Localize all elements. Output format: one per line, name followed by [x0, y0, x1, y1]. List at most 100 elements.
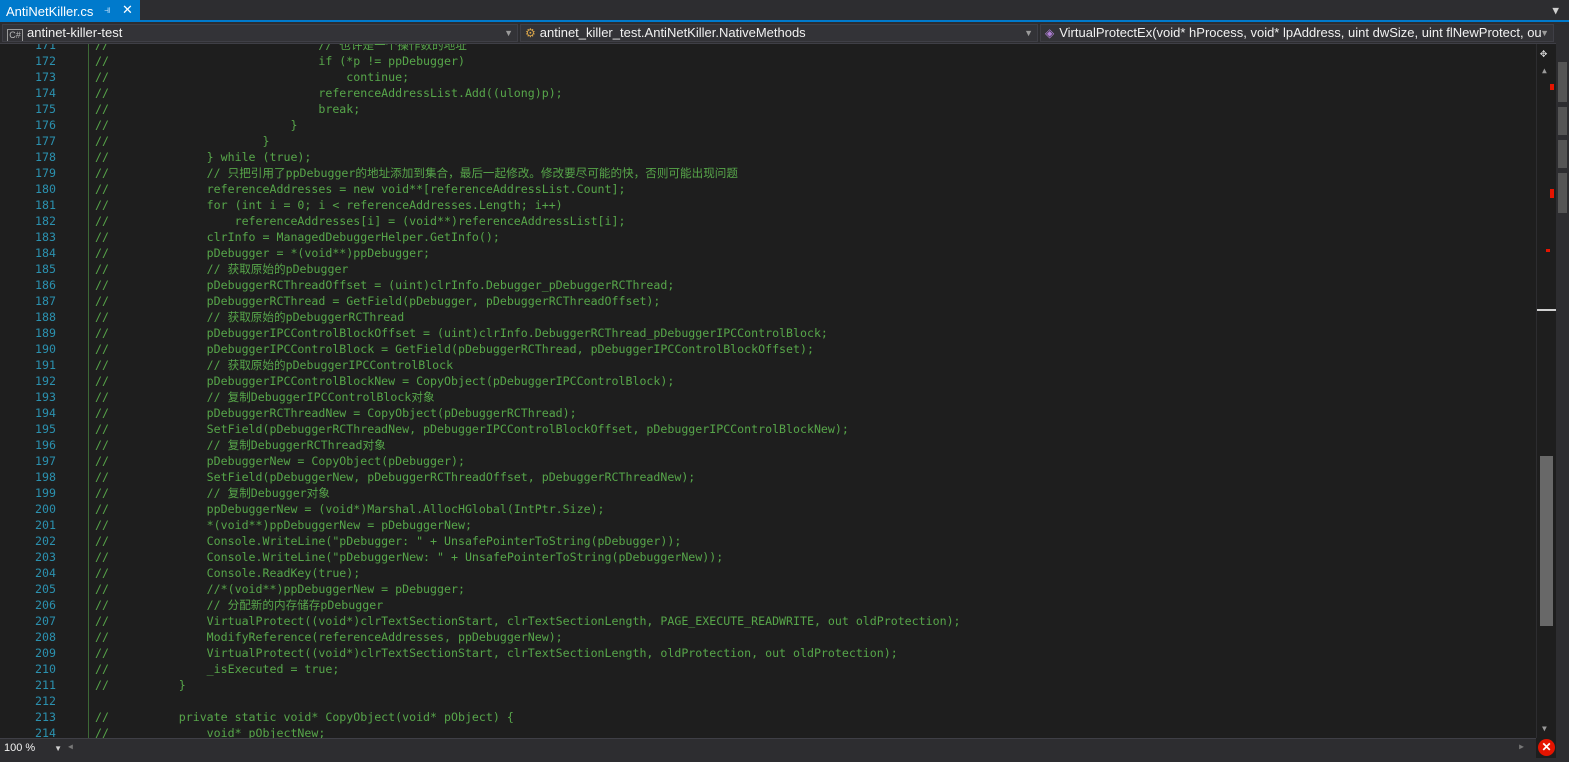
code-text[interactable]: // SetField(pDebuggerRCThreadNew, pDebug…	[95, 421, 849, 437]
code-text[interactable]: // for (int i = 0; i < referenceAddresse…	[95, 197, 563, 213]
code-text[interactable]: // Console.WriteLine("pDebugger: " + Uns…	[95, 533, 681, 549]
code-text[interactable]: // void* pObjectNew;	[95, 725, 325, 738]
code-line[interactable]: 201 // *(void**)ppDebuggerNew = pDebugger…	[22, 517, 1536, 533]
code-line[interactable]: 213 // private static void* CopyObject(vo…	[22, 709, 1536, 725]
code-text[interactable]: // pDebuggerRCThreadOffset = (uint)clrIn…	[95, 277, 674, 293]
code-text[interactable]: // pDebugger = *(void**)ppDebugger;	[95, 245, 430, 261]
code-line[interactable]: 177 // }	[22, 133, 1536, 149]
code-text[interactable]: // // 获取原始的pDebuggerIPCControlBlock	[95, 357, 453, 373]
code-text[interactable]: // continue;	[95, 69, 409, 85]
scroll-down-icon[interactable]: ▼	[1542, 724, 1547, 733]
code-text[interactable]: // // 复制DebuggerIPCControlBlock对象	[95, 389, 435, 405]
code-line[interactable]: 190 // pDebuggerIPCControlBlock = GetFiel…	[22, 341, 1536, 357]
code-line[interactable]: 194 // pDebuggerRCThreadNew = CopyObject(…	[22, 405, 1536, 421]
code-line[interactable]: 172 // if (*p != ppDebugger)	[22, 53, 1536, 69]
code-text[interactable]: // }	[95, 677, 186, 693]
code-line[interactable]: 179 // // 只把引用了ppDebugger的地址添加到集合，最后一起修改。…	[22, 165, 1536, 181]
code-text[interactable]: // *(void**)ppDebuggerNew = pDebuggerNew…	[95, 517, 472, 533]
code-line[interactable]: 176 // }	[22, 117, 1536, 133]
code-line[interactable]: 191 // // 获取原始的pDebuggerIPCControlBlock	[22, 357, 1536, 373]
code-text[interactable]: // pDebuggerRCThreadNew = CopyObject(pDe…	[95, 405, 577, 421]
code-text[interactable]: // // 分配新的内存储存pDebugger	[95, 597, 383, 613]
code-line[interactable]: 188 // // 获取原始的pDebuggerRCThread	[22, 309, 1536, 325]
horizontal-scrollbar[interactable]: ◀ ▶	[66, 742, 1526, 754]
code-line[interactable]: 207 // VirtualProtect((void*)clrTextSecti…	[22, 613, 1536, 629]
scroll-left-icon[interactable]: ◀	[68, 742, 73, 751]
code-line[interactable]: 211 // }	[22, 677, 1536, 693]
split-editor-icon[interactable]: ✥	[1540, 46, 1547, 60]
zoom-dropdown[interactable]: 100 % ▼	[4, 741, 62, 756]
member-dropdown[interactable]: ◈ VirtualProtectEx(void* hProcess, void* …	[1040, 24, 1554, 42]
code-line[interactable]: 209 // VirtualProtect((void*)clrTextSecti…	[22, 645, 1536, 661]
code-line[interactable]: 197 // pDebuggerNew = CopyObject(pDebugge…	[22, 453, 1536, 469]
pin-icon[interactable]: ⫣	[104, 4, 111, 17]
code-line[interactable]: 189 // pDebuggerIPCControlBlockOffset = (…	[22, 325, 1536, 341]
code-line[interactable]: 212	[22, 693, 1536, 709]
code-text[interactable]: // }	[95, 117, 297, 133]
code-line[interactable]: 214 // void* pObjectNew;	[22, 725, 1536, 738]
code-line[interactable]: 181 // for (int i = 0; i < referenceAddre…	[22, 197, 1536, 213]
code-text[interactable]: // VirtualProtect((void*)clrTextSectionS…	[95, 613, 961, 629]
error-marker[interactable]	[1550, 189, 1554, 198]
code-text[interactable]: // pDebuggerRCThread = GetField(pDebugge…	[95, 293, 660, 309]
code-line[interactable]: 202 // Console.WriteLine("pDebugger: " + …	[22, 533, 1536, 549]
code-text[interactable]: // pDebuggerNew = CopyObject(pDebugger);	[95, 453, 465, 469]
code-text[interactable]: // }	[95, 133, 270, 149]
code-line[interactable]: 193 // // 复制DebuggerIPCControlBlock对象	[22, 389, 1536, 405]
code-line[interactable]: 186 // pDebuggerRCThreadOffset = (uint)cl…	[22, 277, 1536, 293]
code-editor[interactable]: 171 // // 也许是一个操作数的地址 172 // if (*p != ppDe…	[22, 44, 1536, 738]
code-text[interactable]: // clrInfo = ManagedDebuggerHelper.GetIn…	[95, 229, 500, 245]
code-line[interactable]: 174 // referenceAddressList.Add((ulong)p)…	[22, 85, 1536, 101]
code-text[interactable]: // if (*p != ppDebugger)	[95, 53, 465, 69]
code-line[interactable]: 185 // // 获取原始的pDebugger	[22, 261, 1536, 277]
code-line[interactable]: 171 // // 也许是一个操作数的地址	[22, 44, 1536, 53]
code-line[interactable]: 204 // Console.ReadKey(true);	[22, 565, 1536, 581]
code-text[interactable]: // pDebuggerIPCControlBlockOffset = (uin…	[95, 325, 828, 341]
side-tool-tab[interactable]	[1558, 173, 1567, 213]
code-line[interactable]: 184 // pDebugger = *(void**)ppDebugger;	[22, 245, 1536, 261]
code-line[interactable]: 199 // // 复制Debugger对象	[22, 485, 1536, 501]
code-line[interactable]: 208 // ModifyReference(referenceAddresses…	[22, 629, 1536, 645]
code-line[interactable]: 173 // continue;	[22, 69, 1536, 85]
code-line[interactable]: 196 // // 复制DebuggerRCThread对象	[22, 437, 1536, 453]
code-line[interactable]: 187 // pDebuggerRCThread = GetField(pDebu…	[22, 293, 1536, 309]
code-line[interactable]: 198 // SetField(pDebuggerNew, pDebuggerRC…	[22, 469, 1536, 485]
code-text[interactable]: // // 获取原始的pDebuggerRCThread	[95, 309, 404, 325]
code-line[interactable]: 206 // // 分配新的内存储存pDebugger	[22, 597, 1536, 613]
code-text[interactable]: // referenceAddresses[i] = (void**)refer…	[95, 213, 625, 229]
code-line[interactable]: 175 // break;	[22, 101, 1536, 117]
code-text[interactable]: // // 复制DebuggerRCThread对象	[95, 437, 386, 453]
code-text[interactable]: // // 也许是一个操作数的地址	[95, 44, 467, 53]
code-text[interactable]: // Console.WriteLine("pDebuggerNew: " + …	[95, 549, 723, 565]
code-line[interactable]: 178 // } while (true);	[22, 149, 1536, 165]
code-text[interactable]: // // 只把引用了ppDebugger的地址添加到集合，最后一起修改。修改要…	[95, 165, 738, 181]
scroll-right-icon[interactable]: ▶	[1519, 742, 1524, 751]
project-dropdown[interactable]: C# antinet-killer-test ▼	[2, 24, 518, 42]
vertical-scrollbar[interactable]: ✥ ▲ ▼	[1536, 44, 1556, 738]
scroll-up-icon[interactable]: ▲	[1542, 66, 1547, 75]
code-text[interactable]: // SetField(pDebuggerNew, pDebuggerRCThr…	[95, 469, 695, 485]
code-text[interactable]: // } while (true);	[95, 149, 311, 165]
scroll-thumb[interactable]	[1540, 456, 1553, 626]
code-line[interactable]: 180 // referenceAddresses = new void**[re…	[22, 181, 1536, 197]
code-text[interactable]: // // 复制Debugger对象	[95, 485, 330, 501]
code-text[interactable]: // ModifyReference(referenceAddresses, p…	[95, 629, 563, 645]
code-text[interactable]: // pDebuggerIPCControlBlock = GetField(p…	[95, 341, 814, 357]
code-line[interactable]: 183 // clrInfo = ManagedDebuggerHelper.Ge…	[22, 229, 1536, 245]
code-line[interactable]: 192 // pDebuggerIPCControlBlockNew = Copy…	[22, 373, 1536, 389]
side-tool-tab[interactable]	[1558, 140, 1567, 168]
code-line[interactable]: 210 // _isExecuted = true;	[22, 661, 1536, 677]
code-text[interactable]: // ppDebuggerNew = (void*)Marshal.AllocH…	[95, 501, 605, 517]
type-dropdown[interactable]: ⚙ antinet_killer_test.AntiNetKiller.Nativ…	[520, 24, 1038, 42]
code-text[interactable]: // pDebuggerIPCControlBlockNew = CopyObj…	[95, 373, 674, 389]
code-line[interactable]: 203 // Console.WriteLine("pDebuggerNew: "…	[22, 549, 1536, 565]
code-text[interactable]: // referenceAddressList.Add((ulong)p);	[95, 85, 563, 101]
code-text[interactable]: // VirtualProtect((void*)clrTextSectionS…	[95, 645, 898, 661]
code-text[interactable]: // break;	[95, 101, 360, 117]
tab-antinetkiller-cs[interactable]: AntiNetKiller.cs ⫣ ✕	[0, 0, 140, 22]
code-text[interactable]: // Console.ReadKey(true);	[95, 565, 360, 581]
code-text[interactable]: // //*(void**)ppDebuggerNew = pDebugger;	[95, 581, 465, 597]
tab-overflow-chevron-down-icon[interactable]: ▼	[1552, 4, 1559, 17]
code-text[interactable]: // _isExecuted = true;	[95, 661, 339, 677]
code-line[interactable]: 200 // ppDebuggerNew = (void*)Marshal.All…	[22, 501, 1536, 517]
